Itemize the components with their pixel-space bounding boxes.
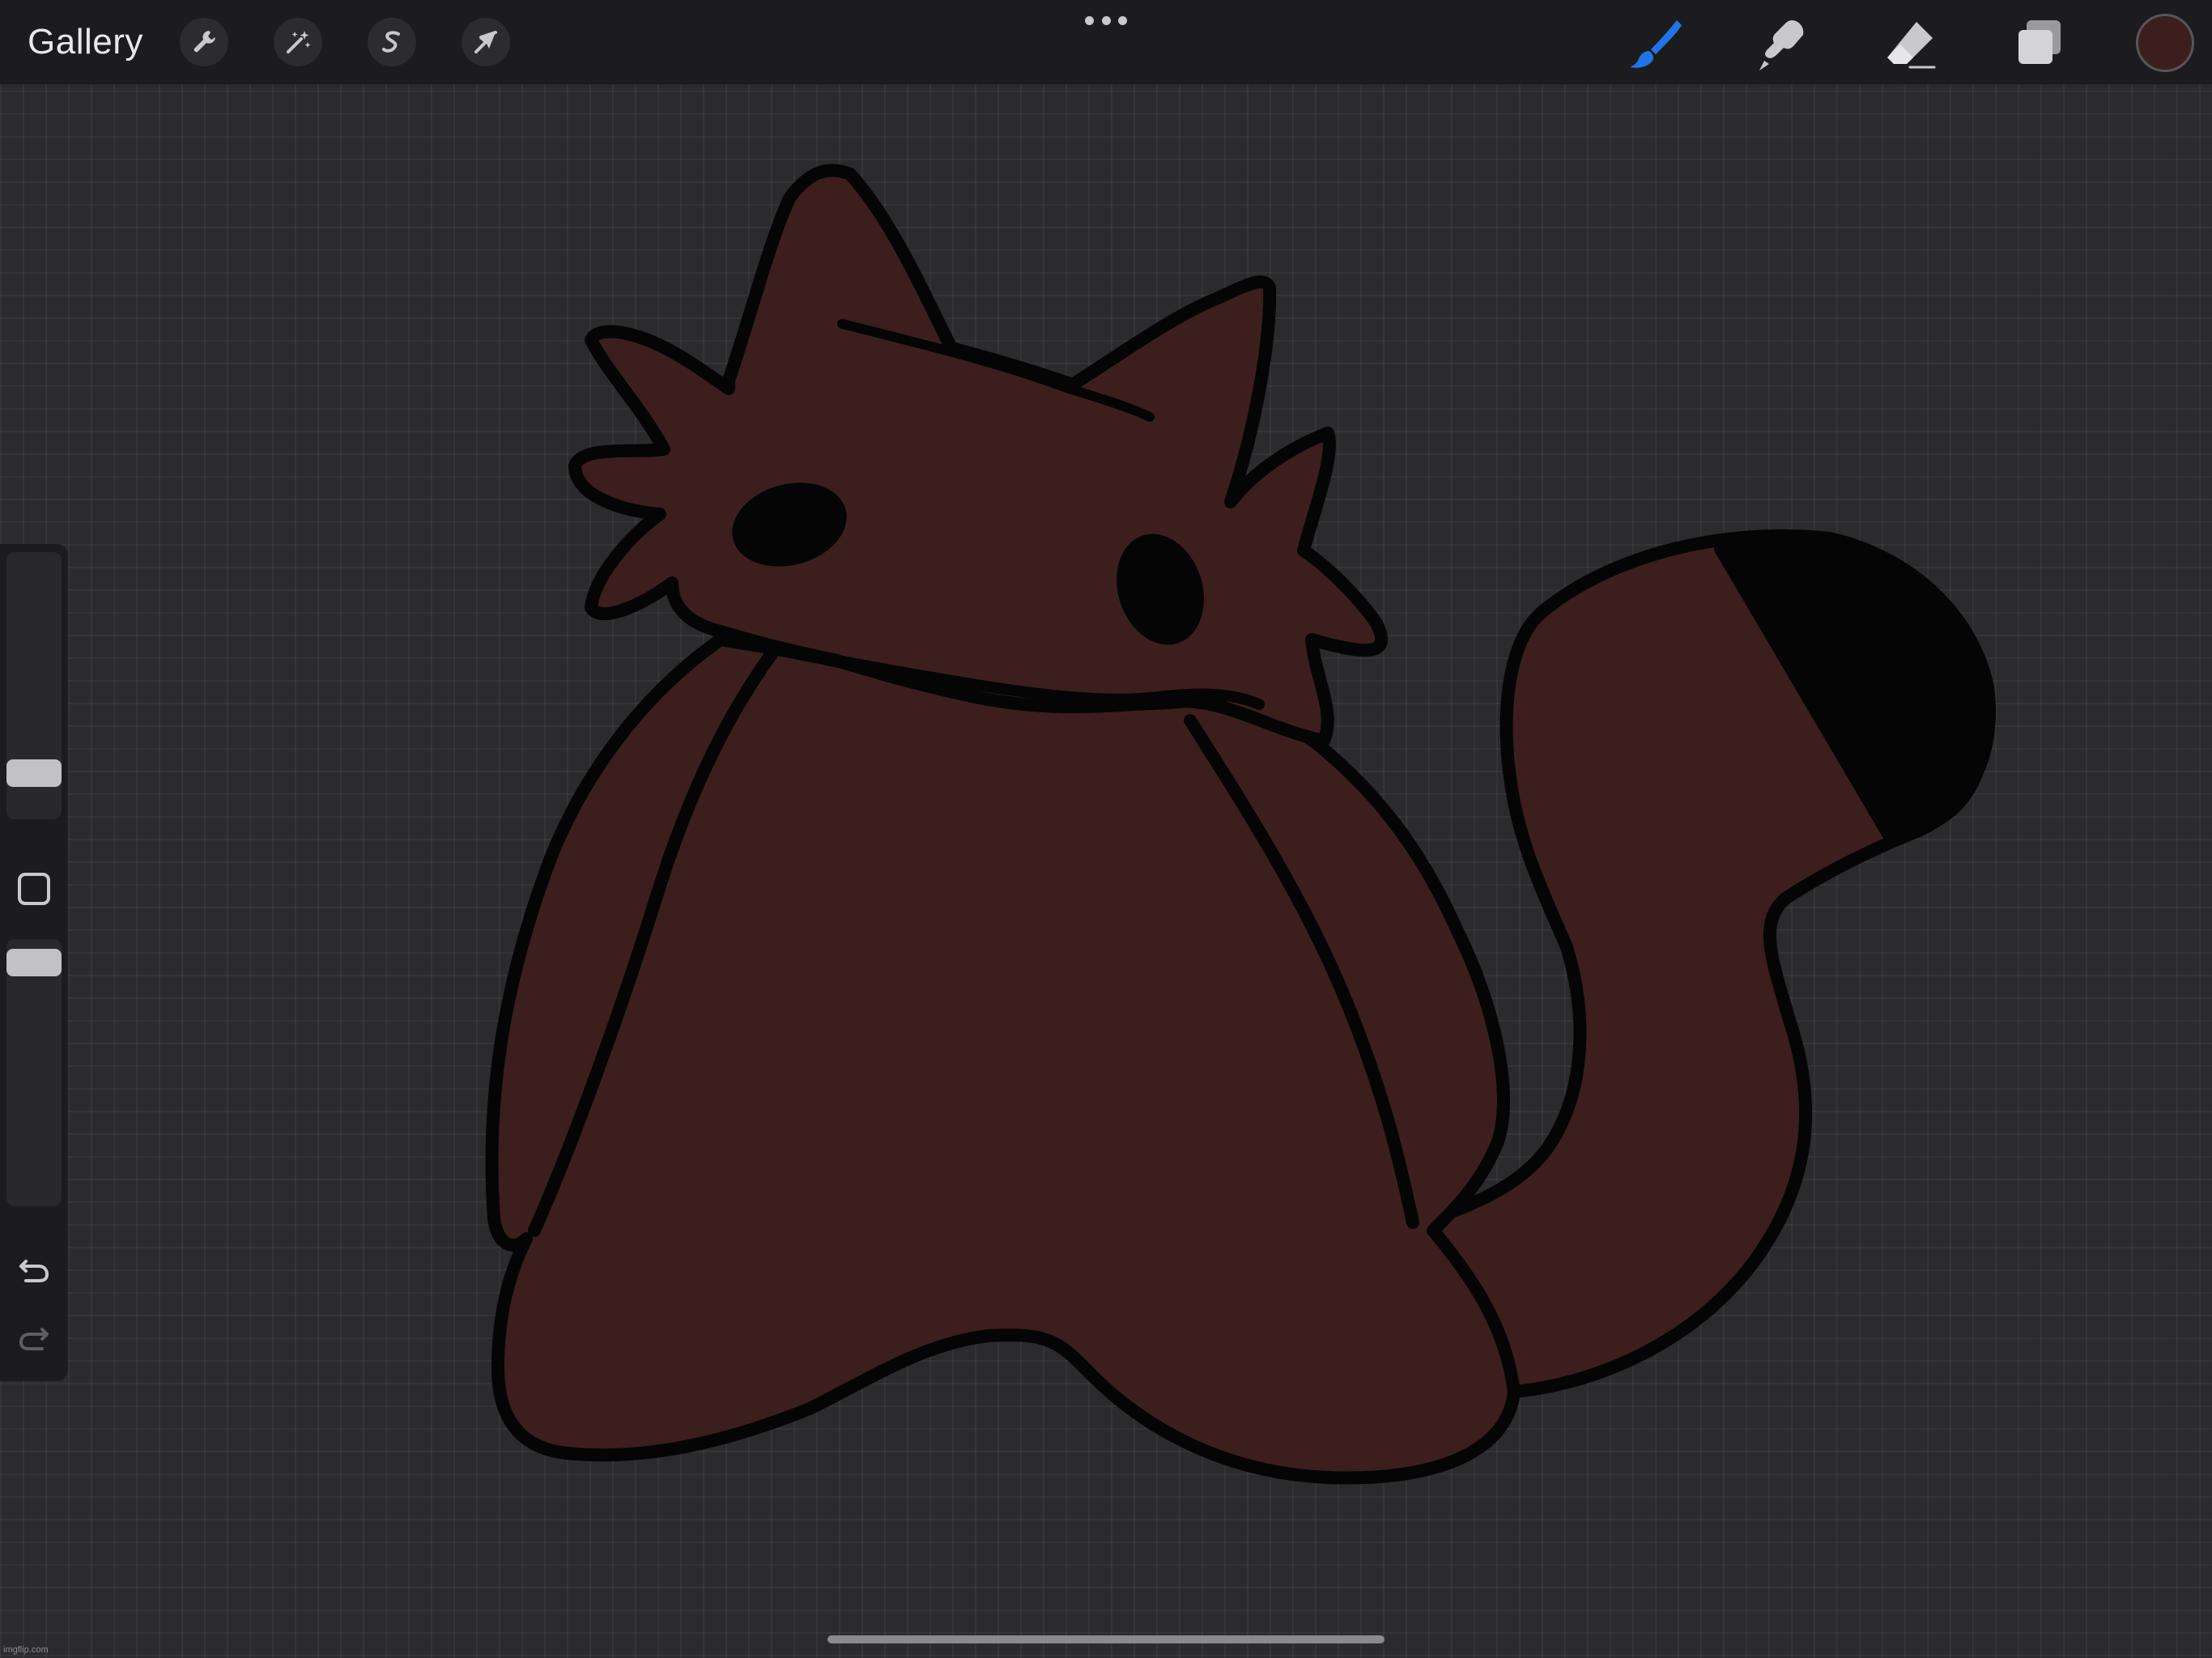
- gallery-button[interactable]: Gallery: [28, 18, 143, 66]
- redo-arrow-icon: [19, 1328, 49, 1350]
- artwork: [485, 164, 1997, 1485]
- dot: [1101, 15, 1111, 25]
- watermark-text: imgflip.com: [3, 1645, 49, 1655]
- layers-icon: [2018, 20, 2061, 64]
- arrow-cursor-icon: [474, 31, 497, 53]
- color-picker-swatch[interactable]: [2136, 14, 2194, 72]
- left-sidebar: [0, 544, 68, 1381]
- adjustments-button[interactable]: [274, 18, 322, 66]
- procreate-app: Gallery imgflip.com: [0, 0, 2212, 1658]
- layers-button[interactable]: [2008, 13, 2069, 74]
- selection-button[interactable]: [368, 18, 416, 66]
- modify-button[interactable]: [18, 873, 50, 905]
- undo-arrow-icon: [19, 1260, 49, 1282]
- magic-wand-icon: [287, 31, 311, 53]
- opacity-slider-thumb[interactable]: [6, 949, 62, 976]
- dot: [1118, 15, 1127, 25]
- home-indicator[interactable]: [827, 1635, 1385, 1643]
- brush-tool-button[interactable]: [1626, 13, 1687, 74]
- undo-button[interactable]: [16, 1253, 52, 1289]
- brush-icon: [1630, 20, 1682, 68]
- drawing-canvas[interactable]: [0, 0, 2212, 1658]
- eraser-icon: [1887, 22, 1936, 69]
- smudge-tool-button[interactable]: [1752, 13, 1814, 74]
- body-shape: [485, 633, 1521, 1485]
- transform-button[interactable]: [462, 18, 510, 66]
- wrench-icon: [194, 31, 215, 53]
- brush-size-slider-thumb[interactable]: [6, 759, 62, 787]
- opacity-slider[interactable]: [6, 939, 62, 1206]
- brush-size-slider[interactable]: [6, 552, 62, 819]
- more-options-button[interactable]: [1085, 11, 1127, 29]
- dot: [1085, 15, 1094, 25]
- eraser-tool-button[interactable]: [1880, 13, 1942, 74]
- actions-button[interactable]: [180, 18, 228, 66]
- smudge-finger-icon: [1759, 20, 1804, 70]
- selection-s-icon: [382, 31, 400, 53]
- redo-button[interactable]: [16, 1321, 52, 1357]
- top-toolbar: Gallery: [0, 0, 2212, 84]
